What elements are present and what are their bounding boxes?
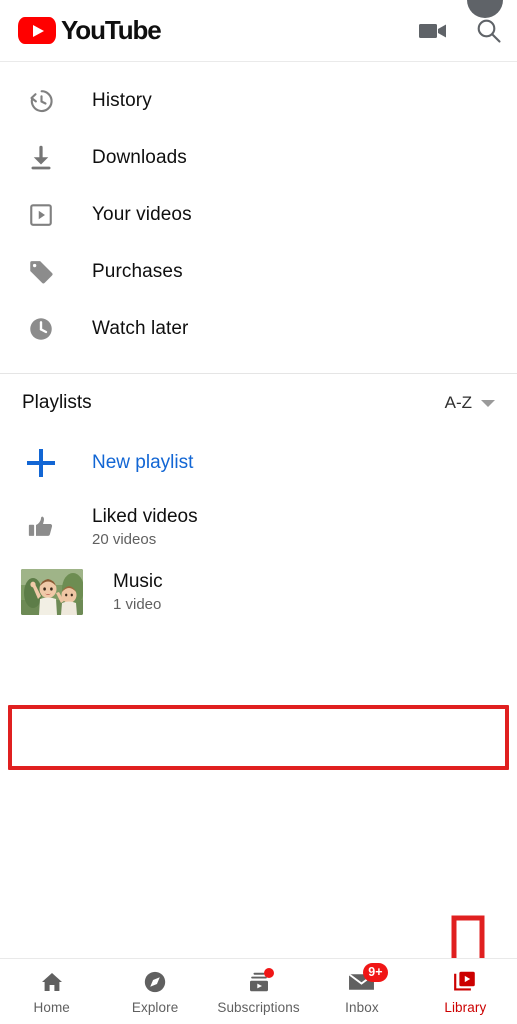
library-content: History Downloads Your videos Purchases …: [0, 62, 517, 958]
home-icon: [37, 969, 67, 995]
video-camera-button[interactable]: [405, 3, 461, 59]
playlist-row-music[interactable]: Music 1 video: [0, 559, 517, 624]
library-icon: [450, 969, 480, 995]
bottom-navigation-bar: Home Explore Subscriptions 9+ Inbox Libr…: [0, 958, 517, 1024]
chevron-down-icon: [481, 399, 495, 407]
playlist-row-liked-videos[interactable]: Liked videos 20 videos: [0, 494, 517, 559]
youtube-play-logo-icon: [18, 17, 56, 44]
tab-label: Subscriptions: [217, 999, 300, 1015]
playlist-sort-label: A-Z: [444, 393, 472, 412]
tab-inbox[interactable]: 9+ Inbox: [310, 959, 413, 1024]
playlist-meta: Liked videos 20 videos: [92, 506, 198, 548]
tab-subscriptions[interactable]: Subscriptions: [207, 959, 310, 1024]
inbox-badge-count: 9+: [362, 962, 388, 982]
new-playlist-label: New playlist: [92, 452, 194, 473]
subscriptions-badge-dot: [263, 967, 274, 978]
avatar: [467, 0, 503, 18]
playlist-title: Liked videos: [92, 505, 198, 527]
header-actions: [405, 0, 517, 62]
thumbs-up-icon: [24, 512, 58, 542]
avatar-button[interactable]: [467, 0, 503, 18]
watch-later-clock-icon: [24, 314, 58, 344]
sidebar-item-label: History: [92, 89, 152, 111]
history-clock-icon: [24, 86, 58, 116]
sidebar-item-your-videos[interactable]: Your videos: [0, 186, 517, 243]
inbox-envelope-icon: 9+: [347, 962, 388, 995]
tab-label: Home: [33, 999, 70, 1015]
annotation-highlight-box: [8, 705, 509, 770]
playlist-meta: Music 1 video: [113, 571, 163, 613]
tab-home[interactable]: Home: [0, 959, 103, 1024]
playlist-title: Music: [113, 570, 163, 592]
explore-compass-icon: [140, 969, 170, 995]
tab-explore[interactable]: Explore: [103, 959, 206, 1024]
sidebar-item-purchases[interactable]: Purchases: [0, 243, 517, 300]
sidebar-item-downloads[interactable]: Downloads: [0, 129, 517, 186]
playlist-count: 20 videos: [92, 530, 157, 548]
sidebar-item-watch-later[interactable]: Watch later: [0, 300, 517, 357]
youtube-wordmark: YouTube: [61, 15, 162, 45]
youtube-logo[interactable]: YouTube: [18, 15, 162, 46]
youtube-library-screen: YouTube History Downloads Your videos Pu…: [0, 0, 517, 1024]
tab-label: Library: [444, 999, 487, 1015]
your-videos-icon: [24, 200, 58, 230]
playlist-sort-button[interactable]: A-Z: [445, 393, 495, 413]
annotation-arrow-icon: [427, 914, 509, 958]
video-camera-icon: [419, 21, 447, 41]
app-header: YouTube: [0, 0, 517, 62]
sidebar-item-label: Downloads: [92, 146, 187, 168]
sidebar-item-label: Purchases: [92, 260, 183, 282]
playlist-count: 1 video: [113, 595, 162, 613]
playlists-section-header: Playlists A-Z: [0, 374, 517, 432]
plus-icon: [24, 449, 58, 477]
playlists-title: Playlists: [22, 392, 92, 413]
subscriptions-icon: [244, 967, 274, 995]
price-tag-icon: [24, 257, 58, 287]
search-icon: [476, 18, 502, 44]
sidebar-item-label: Watch later: [92, 317, 189, 339]
tab-label: Inbox: [345, 999, 379, 1015]
sidebar-item-history[interactable]: History: [0, 72, 517, 129]
new-playlist-button[interactable]: New playlist: [0, 432, 517, 494]
download-icon: [24, 143, 58, 173]
library-nav-list: History Downloads Your videos Purchases …: [0, 62, 517, 365]
playlist-thumbnail: [21, 568, 83, 615]
tab-library[interactable]: Library: [414, 959, 517, 1024]
tab-label: Explore: [131, 999, 179, 1015]
sidebar-item-label: Your videos: [92, 203, 192, 225]
